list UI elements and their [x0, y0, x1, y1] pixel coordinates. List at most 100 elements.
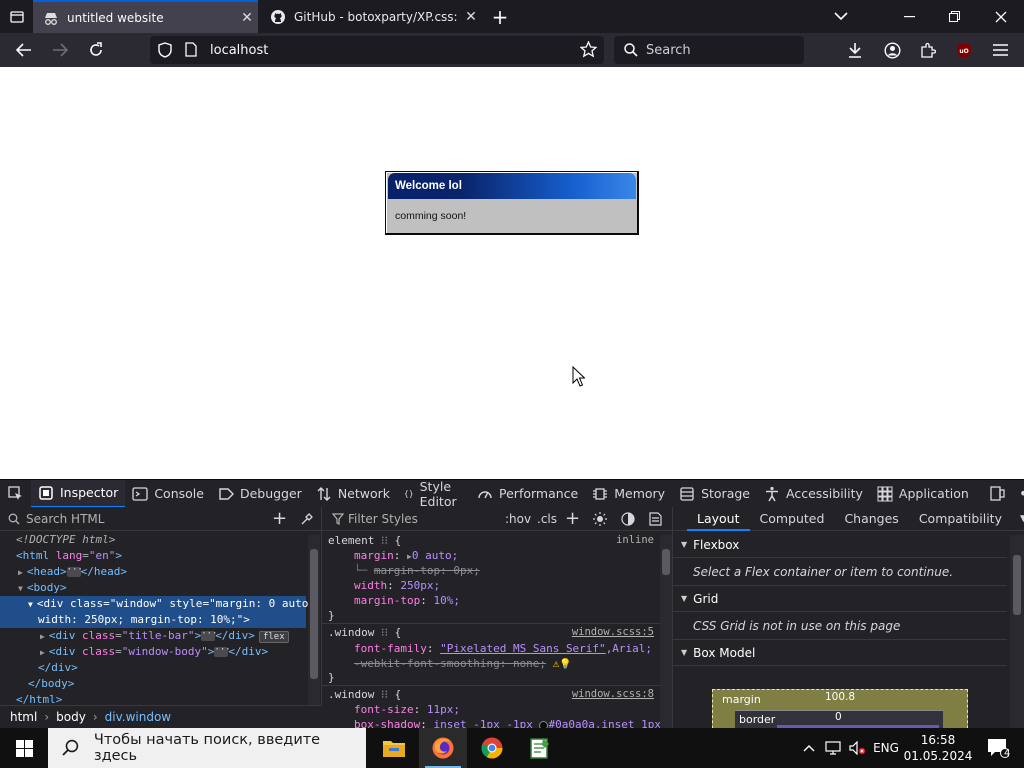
flexbox-section-header[interactable]: ▼ Flexbox: [673, 532, 1007, 558]
class-toggle[interactable]: .cls: [537, 512, 557, 526]
shield-icon[interactable]: [158, 42, 172, 58]
scrollbar-thumb[interactable]: [662, 549, 670, 575]
search-html-box[interactable]: Search HTML +: [0, 507, 321, 531]
volume-tray-button[interactable]: [846, 728, 868, 768]
box-model-section-header[interactable]: ▼ Box Model: [673, 640, 1007, 666]
markup-body-node[interactable]: ▼ <body>: [0, 580, 306, 596]
forward-button[interactable]: [47, 38, 73, 62]
breadcrumb-item-body[interactable]: body: [56, 710, 86, 724]
minimize-button[interactable]: [888, 0, 930, 33]
star-icon[interactable]: [580, 41, 597, 58]
breadcrumb-item-div-window[interactable]: div.window: [105, 710, 171, 724]
firefox-view-button[interactable]: [4, 0, 30, 33]
tab-inspector[interactable]: Inspector: [31, 479, 126, 508]
markup-div-window-node[interactable]: ▼ <div class="window" style="margin: 0 au…: [0, 596, 315, 612]
decl-font-family[interactable]: font-family: "Pixelated MS Sans Serif",A…: [322, 641, 660, 656]
markup-head-node[interactable]: ▶ <head>···</head>: [0, 564, 306, 580]
markup-title-bar-node[interactable]: ▶ <div class="title-bar">···</div> flex: [0, 628, 306, 644]
taskbar-search-box[interactable]: Чтобы начать поиск, введите здесь: [48, 728, 366, 768]
tab-github[interactable]: GitHub - botoxparty/XP.css: A C ✕: [260, 0, 482, 33]
restore-button[interactable]: [933, 0, 975, 33]
clock[interactable]: 16:58 01.05.2024: [904, 728, 973, 768]
grid-section-header[interactable]: ▼ Grid: [673, 586, 1007, 612]
tab-network[interactable]: Network: [309, 480, 397, 508]
close-tab-icon[interactable]: ✕: [460, 9, 482, 25]
close-window-button[interactable]: [979, 0, 1023, 33]
search-bar[interactable]: Search: [614, 36, 804, 64]
breadcrumb-item-html[interactable]: html: [10, 710, 37, 724]
file-explorer-app[interactable]: [370, 728, 418, 768]
tab-application[interactable]: Application: [870, 480, 976, 508]
account-button[interactable]: [879, 38, 905, 62]
rule-window-selector-2[interactable]: .window ⁝⁝ {window.scss:8: [322, 687, 660, 702]
tab-accessibility[interactable]: Accessibility: [757, 480, 870, 508]
markup-body-close[interactable]: </body>: [0, 676, 306, 692]
tab-style-editor[interactable]: Style Editor: [397, 479, 470, 509]
tab-performance[interactable]: Performance: [470, 480, 585, 508]
tab-debugger[interactable]: Debugger: [211, 480, 309, 508]
markup-doctype[interactable]: <!DOCTYPE html>: [0, 532, 306, 548]
ellipsis-icon[interactable]: ···: [201, 630, 217, 641]
expand-triangle-icon[interactable]: ▶: [18, 568, 23, 577]
downloads-button[interactable]: [842, 38, 868, 62]
tab-layout[interactable]: Layout: [687, 507, 750, 531]
show-hidden-icons-button[interactable]: [798, 728, 820, 768]
markup-html-node[interactable]: <html lang="en">: [0, 548, 306, 564]
scrollbar-thumb[interactable]: [310, 549, 318, 679]
contrast-icon[interactable]: [621, 512, 635, 526]
collapse-triangle-icon[interactable]: ▼: [28, 600, 33, 609]
action-center-button[interactable]: 4: [978, 728, 1018, 768]
close-tab-icon[interactable]: ✕: [236, 10, 258, 26]
eyedropper-icon[interactable]: [300, 512, 314, 526]
add-node-button[interactable]: +: [272, 508, 287, 529]
markup-scrollbar[interactable]: [308, 535, 320, 705]
box-model-margin[interactable]: margin 100.8 border 0: [712, 689, 968, 728]
rule-window-selector[interactable]: .window ⁝⁝ {window.scss:5: [322, 625, 660, 640]
input-language-indicator[interactable]: ENG: [870, 728, 902, 768]
layout-scrollbar[interactable]: [1010, 535, 1024, 728]
tab-changes[interactable]: Changes: [834, 507, 908, 531]
ublock-button[interactable]: uO: [951, 38, 977, 62]
tab-untitled-website[interactable]: untitled website ✕: [33, 0, 258, 33]
rule-source-link[interactable]: window.scss:8: [572, 687, 654, 702]
ellipsis-icon[interactable]: ···: [66, 566, 83, 577]
decl-font-size[interactable]: font-size: 11px;: [322, 702, 660, 717]
decl-webkit-smoothing[interactable]: -webkit-font-smoothing: none; ⚠💡: [322, 656, 660, 671]
markup-html-close[interactable]: </html>: [0, 692, 306, 705]
filter-styles-input[interactable]: Filter Styles: [348, 512, 418, 526]
tab-storage[interactable]: Storage: [672, 480, 757, 508]
decl-margin-top-overridden[interactable]: └─ margin-top: 0px;: [322, 563, 660, 578]
scrollbar-thumb[interactable]: [1013, 555, 1021, 615]
pick-element-button[interactable]: [0, 480, 31, 508]
tab-memory[interactable]: Memory: [585, 480, 672, 508]
markup-div-window-node-cont[interactable]: width: 250px; margin-top: 10%;">: [0, 612, 306, 628]
url-bar[interactable]: localhost: [150, 36, 604, 64]
chrome-app[interactable]: [468, 728, 516, 768]
responsive-design-button[interactable]: [982, 480, 1013, 508]
property-value-link[interactable]: "Pixelated MS Sans Serif": [440, 642, 606, 655]
lightbulb-icon[interactable]: 💡: [559, 659, 571, 670]
decl-margin[interactable]: margin: ▶0 auto;: [322, 548, 660, 563]
markup-div-close[interactable]: </div>: [0, 660, 306, 676]
notepad-app[interactable]: [516, 728, 564, 768]
hover-state-toggle[interactable]: :hov: [505, 512, 531, 526]
devtools-menu-button[interactable]: •••: [1013, 480, 1024, 508]
tab-console[interactable]: Console: [125, 480, 211, 508]
decl-width[interactable]: width: 250px;: [322, 578, 660, 593]
network-tray-button[interactable]: [822, 728, 844, 768]
expand-triangle-icon[interactable]: ▶: [40, 632, 45, 641]
collapse-triangle-icon[interactable]: ▼: [18, 584, 23, 593]
list-all-tabs-button[interactable]: [827, 0, 855, 33]
menu-button[interactable]: [987, 38, 1013, 62]
decl-box-shadow[interactable]: box-shadow: inset -1px -1px #0a0a0a,inse…: [322, 717, 661, 728]
sun-icon[interactable]: [593, 512, 607, 526]
rule-source-link[interactable]: window.scss:5: [572, 625, 654, 640]
reload-button[interactable]: [83, 38, 109, 62]
expand-triangle-icon[interactable]: ▶: [40, 648, 45, 657]
ellipsis-icon[interactable]: ···: [214, 646, 231, 657]
firefox-app[interactable]: [419, 728, 467, 768]
back-button[interactable]: [11, 38, 37, 62]
add-rule-button[interactable]: +: [565, 508, 580, 529]
page-icon[interactable]: [185, 42, 197, 57]
border-top-value[interactable]: 0: [835, 711, 842, 723]
